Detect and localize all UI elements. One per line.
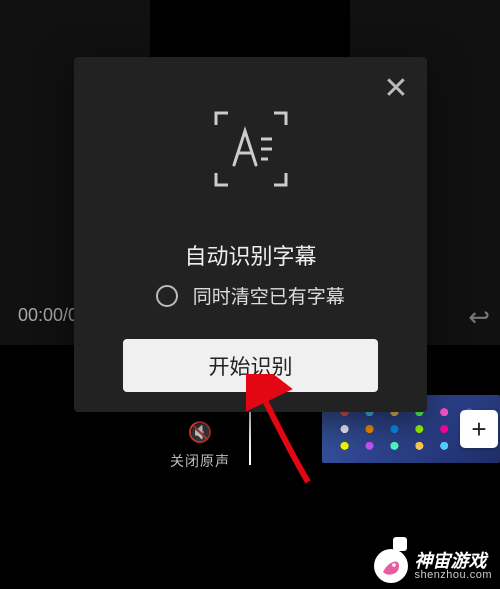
plus-icon: + [471,414,486,445]
start-recognition-button[interactable]: 开始识别 [123,339,378,392]
close-icon: ✕ [383,71,408,106]
watermark-subtitle: shenzhou.com [414,570,492,581]
clear-existing-option[interactable]: 同时清空已有字幕 [74,282,427,309]
watermark-logo-icon [374,549,408,583]
radio-unchecked-icon [156,285,178,307]
mute-original-label: 关闭原声 [150,451,250,471]
mute-original-button[interactable]: 🔇 关闭原声 [150,420,250,471]
dialog-title: 自动识别字幕 [74,239,427,271]
clear-existing-label: 同时清空已有字幕 [193,287,345,308]
undo-icon[interactable]: ↩ [468,302,490,333]
close-button[interactable]: ✕ [379,71,413,105]
watermark: 神宙游戏 shenzhou.com [374,549,492,583]
auto-subtitle-dialog: ✕ 自动识别字幕 同时清空已有字幕 开始识别 [74,57,427,412]
auto-subtitle-icon [212,109,290,189]
add-clip-button[interactable]: + [460,410,498,448]
timecode-label: 00:00/0 [18,305,78,326]
sound-off-icon: 🔇 [188,422,213,444]
watermark-title: 神宙游戏 [414,552,492,570]
